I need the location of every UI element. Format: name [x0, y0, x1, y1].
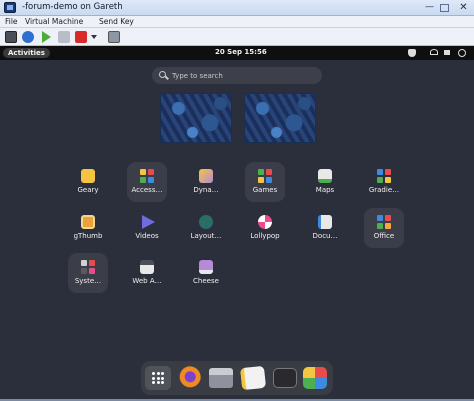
folder-office[interactable]: Office: [364, 208, 404, 248]
pause-icon[interactable]: [58, 31, 70, 43]
app-label: Docu…: [312, 232, 338, 240]
menu-file[interactable]: File: [5, 17, 18, 26]
app-lollypop[interactable]: Lollypop: [245, 208, 285, 248]
menu-virtual-machine[interactable]: Virtual Machine: [25, 17, 83, 26]
maximize-button[interactable]: [440, 4, 449, 12]
app-geary[interactable]: Geary: [68, 162, 108, 202]
workspace-thumbnail-1[interactable]: [160, 93, 232, 143]
app-label: Access…: [131, 186, 163, 194]
office-folder-icon: [377, 215, 391, 229]
app-gradience[interactable]: Gradie…: [364, 162, 404, 202]
gnome-topbar: Activities 20 Sep 15:56: [0, 46, 474, 60]
show-apps-icon: [152, 372, 164, 384]
app-maps[interactable]: Maps: [305, 162, 345, 202]
app-label: Lollypop: [250, 232, 280, 240]
app-layout[interactable]: Layout…: [186, 208, 226, 248]
workspace-thumbnail-2[interactable]: [244, 93, 316, 143]
app-gthumb[interactable]: gThumb: [68, 208, 108, 248]
run-icon[interactable]: [42, 31, 51, 43]
app-label: Maps: [315, 186, 335, 194]
menu-send-key[interactable]: Send Key: [99, 17, 134, 26]
games-folder-icon: [258, 169, 272, 183]
app-videos[interactable]: Videos: [127, 208, 167, 248]
document-viewer-icon: [318, 215, 332, 229]
activities-button[interactable]: Activities: [3, 48, 50, 58]
terminal-icon[interactable]: [273, 368, 297, 388]
search-icon: [159, 71, 166, 78]
show-apps-button[interactable]: [145, 366, 171, 390]
app-label: Web A…: [132, 277, 162, 285]
volume-icon: [444, 50, 450, 55]
cheese-icon: [199, 260, 213, 274]
guest-desktop: Activities 20 Sep 15:56 Geary Access… Dy…: [0, 46, 474, 399]
app-label: Videos: [135, 232, 159, 240]
files-icon[interactable]: [209, 368, 233, 388]
app-label: Cheese: [193, 277, 219, 285]
app-document-viewer[interactable]: Docu…: [305, 208, 345, 248]
search-input[interactable]: [172, 69, 312, 82]
network-icon: [430, 49, 438, 55]
window-title: -forum-demo on Gareth: [22, 2, 123, 12]
close-button[interactable]: ✕: [457, 2, 470, 14]
window-titlebar: -forum-demo on Gareth — ✕: [0, 0, 474, 16]
folder-accessories[interactable]: Access…: [127, 162, 167, 202]
text-editor-icon[interactable]: [239, 365, 267, 391]
dynamic-wallpaper-icon: [199, 169, 213, 183]
search-bar[interactable]: [152, 67, 322, 84]
power-menu-icon[interactable]: [458, 49, 466, 57]
maps-icon: [318, 169, 332, 183]
minimize-button[interactable]: —: [423, 2, 436, 14]
software-icon[interactable]: [303, 367, 327, 389]
dash-dock: [141, 361, 333, 395]
app-label: Geary: [77, 186, 99, 194]
app-web-apps[interactable]: Web A…: [127, 253, 167, 293]
app-label: Dyna…: [193, 186, 219, 194]
power-icon[interactable]: [75, 31, 87, 43]
app-label: Gradie…: [368, 186, 400, 194]
accessories-folder-icon: [140, 169, 154, 183]
screen-icon[interactable]: [5, 31, 17, 43]
app-dynamic-wallpaper[interactable]: Dyna…: [186, 162, 226, 202]
info-icon[interactable]: [22, 31, 34, 43]
app-label: Games: [252, 186, 278, 194]
app-label: Layout…: [190, 232, 222, 240]
folder-games[interactable]: Games: [245, 162, 285, 202]
chevron-down-icon[interactable]: [91, 35, 97, 39]
clock[interactable]: 20 Sep 15:56: [215, 48, 267, 56]
app-label: Office: [373, 232, 395, 240]
system-folder-icon: [81, 260, 95, 274]
folder-system[interactable]: Syste…: [68, 253, 108, 293]
videos-icon: [142, 215, 155, 229]
app-label: gThumb: [73, 232, 103, 240]
firefox-icon[interactable]: [177, 366, 201, 390]
geary-icon: [81, 169, 95, 183]
toolbar: [0, 28, 474, 46]
lollypop-icon: [258, 215, 272, 229]
web-apps-icon: [140, 260, 154, 274]
gradience-icon: [377, 169, 391, 183]
app-label: Syste…: [74, 277, 102, 285]
layout-icon: [199, 215, 213, 229]
gthumb-icon: [81, 215, 95, 229]
fullscreen-icon[interactable]: [108, 31, 120, 43]
virt-viewer-icon: [4, 2, 16, 13]
shield-icon: [408, 49, 416, 57]
menubar: File Virtual Machine Send Key: [0, 16, 474, 28]
app-cheese[interactable]: Cheese: [186, 253, 226, 293]
